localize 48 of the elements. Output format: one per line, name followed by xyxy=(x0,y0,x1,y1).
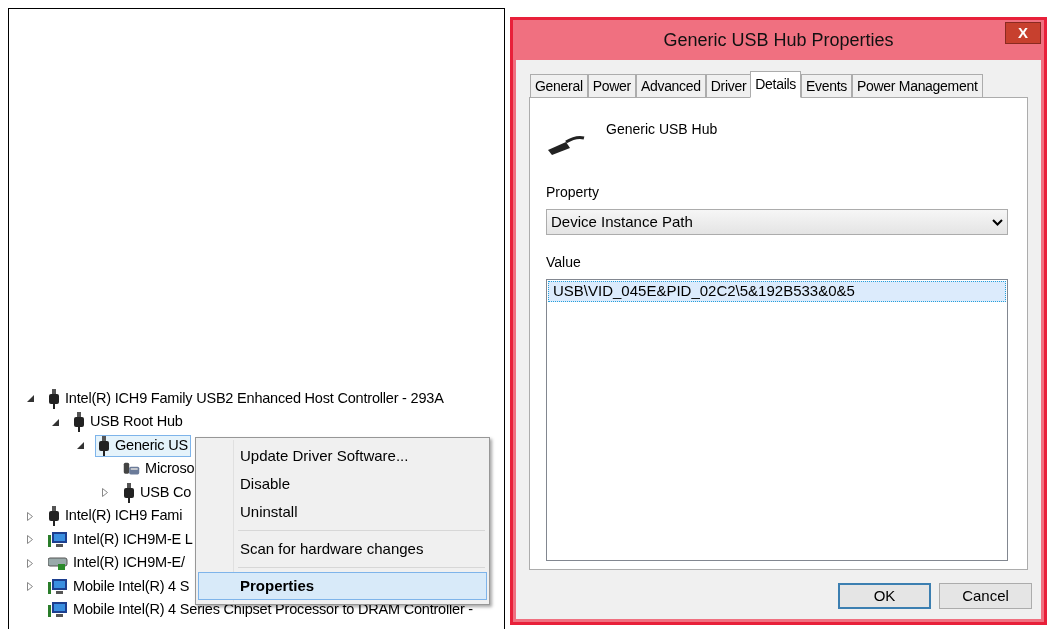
tab[interactable]: Driver xyxy=(705,74,752,98)
expand-arrow-icon[interactable] xyxy=(27,558,33,568)
tab[interactable]: Advanced xyxy=(635,74,706,98)
usb-plug-icon xyxy=(98,435,110,456)
menu-item[interactable]: Uninstall xyxy=(198,498,487,526)
drive-icon xyxy=(48,555,68,572)
usb-plug-icon xyxy=(48,388,60,409)
tab[interactable]: Power xyxy=(587,74,636,98)
expand-arrow-icon[interactable] xyxy=(27,582,33,592)
usb-plug-icon xyxy=(73,412,85,433)
menu-item[interactable]: Scan for hardware changes xyxy=(198,535,487,563)
monitor-icon xyxy=(48,577,68,596)
tree-item[interactable]: Generic US xyxy=(95,434,191,457)
property-label: Property xyxy=(546,183,599,202)
expand-arrow-icon[interactable] xyxy=(102,488,108,498)
usb-plug-icon xyxy=(48,506,60,527)
tree-item[interactable]: Intel(R) ICH9 Family USB2 Enhanced Host Controller - 293A xyxy=(45,387,447,410)
tab[interactable]: Details xyxy=(750,71,801,98)
tree-item[interactable]: Intel(R) ICH9 Fami xyxy=(45,505,186,528)
expand-arrow-icon[interactable] xyxy=(27,511,33,521)
close-button[interactable]: X xyxy=(1005,22,1041,44)
collapse-arrow-icon[interactable] xyxy=(77,442,84,450)
usb-plug-icon xyxy=(123,482,135,503)
tree-item[interactable]: USB Co xyxy=(120,481,195,504)
value-label: Value xyxy=(546,253,581,272)
dialog-button[interactable]: Cancel xyxy=(939,583,1032,609)
dialog-button[interactable]: OK xyxy=(838,583,931,609)
tree-item[interactable]: Intel(R) ICH9M-E/ xyxy=(45,552,188,575)
property-dropdown[interactable]: Device Instance Path xyxy=(546,209,1008,235)
tree-item[interactable]: Mobile Intel(R) 4 S xyxy=(45,575,193,598)
chevron-down-icon xyxy=(992,218,1003,226)
menu-item[interactable]: Update Driver Software... xyxy=(198,442,487,470)
device-name: Generic USB Hub xyxy=(606,120,718,139)
dialog-title: Generic USB Hub Properties xyxy=(663,28,894,52)
menu-item[interactable]: Disable xyxy=(198,470,487,498)
tree-item[interactable]: Intel(R) ICH9M-E L xyxy=(45,528,196,551)
menu-item[interactable]: Properties xyxy=(198,572,487,600)
tree-item[interactable]: Microso xyxy=(120,458,198,481)
tab[interactable]: Power Management xyxy=(852,74,983,98)
tab[interactable]: Events xyxy=(801,74,852,98)
tree-item[interactable]: USB Root Hub xyxy=(70,411,186,434)
tab[interactable]: General xyxy=(530,74,588,98)
monitor-icon xyxy=(48,530,68,549)
collapse-arrow-icon[interactable] xyxy=(52,418,59,426)
value-row[interactable]: USB\VID_045E&PID_02C2\5&192B533&0&5 xyxy=(548,281,1006,302)
expand-arrow-icon[interactable] xyxy=(27,535,33,545)
monitor-icon xyxy=(48,601,68,620)
collapse-arrow-icon[interactable] xyxy=(27,395,34,403)
